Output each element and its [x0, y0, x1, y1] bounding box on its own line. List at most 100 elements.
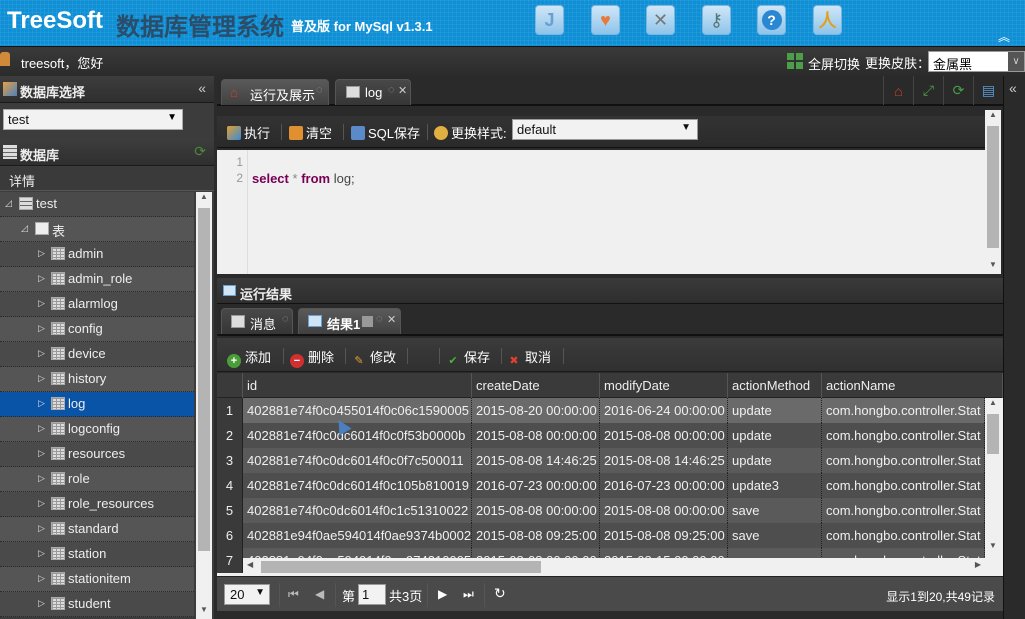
- skin-select[interactable]: 金属黑 ∨: [928, 51, 1025, 72]
- column-header[interactable]: actionMethod: [728, 373, 822, 398]
- table-cell[interactable]: 2015-08-20 00:00:00: [472, 398, 600, 423]
- collapsed-icon[interactable]: ▷: [38, 248, 45, 259]
- tab-refresh-icon[interactable]: ◌: [388, 84, 395, 96]
- table-cell[interactable]: com.hongbo.controller.Stat: [822, 423, 985, 448]
- column-header[interactable]: id: [243, 373, 472, 398]
- tab-run-display[interactable]: ⌂ 运行及展示 ◌: [221, 79, 329, 105]
- table-cell[interactable]: save: [728, 523, 822, 548]
- table-row[interactable]: 2 402881e74f0c0dc6014f0c0f53b0000b 2015-08…: [217, 423, 985, 448]
- collapsed-icon[interactable]: ▷: [38, 473, 45, 484]
- collapsed-icon[interactable]: ▷: [38, 373, 45, 384]
- execute-button[interactable]: 执行: [227, 123, 270, 142]
- scroll-left-icon[interactable]: ◀: [247, 560, 253, 569]
- clear-button[interactable]: 清空: [289, 123, 332, 142]
- heart-icon[interactable]: ♥: [591, 5, 620, 35]
- table-cell[interactable]: 2015-08-08 14:46:25: [600, 448, 728, 473]
- tree-node-table[interactable]: ▷ role: [0, 467, 194, 492]
- fullscreen-icon[interactable]: [787, 53, 803, 69]
- next-page-icon[interactable]: ▶: [438, 587, 447, 601]
- tree-node-table[interactable]: ▷ stationitem: [0, 567, 194, 592]
- home-icon[interactable]: ⌂: [883, 76, 913, 105]
- collapse-left-icon[interactable]: «: [198, 80, 206, 96]
- scroll-right-icon[interactable]: ▶: [975, 560, 981, 569]
- collapse-header-icon[interactable]: ︽: [998, 28, 1010, 45]
- tree-node-table[interactable]: ▷ device: [0, 342, 194, 367]
- grid-hscrollbar[interactable]: ◀ ▶: [243, 558, 985, 576]
- refresh-icon[interactable]: ⟳: [943, 76, 973, 105]
- help-icon[interactable]: ?: [757, 5, 786, 35]
- sql-code[interactable]: select * from log;: [252, 171, 355, 186]
- collapsed-icon[interactable]: ▷: [38, 423, 45, 434]
- table-cell[interactable]: 402881e74f0c0dc6014f0c105b810019: [243, 473, 472, 498]
- j-icon[interactable]: J: [535, 5, 564, 35]
- table-cell[interactable]: 402881e74f0c0dc6014f0c1c51310022: [243, 498, 472, 523]
- collapsed-icon[interactable]: ▷: [38, 498, 45, 509]
- table-cell[interactable]: 2016-07-23 00:00:00: [600, 473, 728, 498]
- table-cell[interactable]: 2015-08-08 00:00:00: [472, 423, 600, 448]
- tab-refresh-icon[interactable]: ◌: [316, 84, 323, 96]
- tree-node-table[interactable]: ▷ admin: [0, 242, 194, 267]
- table-row[interactable]: 1 402881e74f0c0455014f0c06c1590005 2015-08…: [217, 398, 985, 423]
- fullscreen-toggle[interactable]: 全屏切换: [808, 54, 860, 73]
- table-row[interactable]: 6 402881e94f0ae594014f0ae9374b0002 2015-08…: [217, 523, 985, 548]
- tree-node-table[interactable]: ▷ history: [0, 367, 194, 392]
- tree-node-table[interactable]: ▷ admin_role: [0, 267, 194, 292]
- collapsed-icon[interactable]: ▷: [38, 523, 45, 534]
- cancel-button[interactable]: ✖ 取消: [507, 347, 551, 368]
- table-cell[interactable]: 2015-08-08 09:25:00: [472, 523, 600, 548]
- delete-button[interactable]: − 删除: [290, 347, 334, 368]
- table-cell[interactable]: com.hongbo.controller.Stat: [822, 523, 985, 548]
- tree-node-root[interactable]: ◿ test: [0, 192, 194, 217]
- table-cell[interactable]: update3: [728, 473, 822, 498]
- collapsed-icon[interactable]: ▷: [38, 573, 45, 584]
- collapsed-icon[interactable]: ▷: [38, 448, 45, 459]
- tab-messages[interactable]: 消息 ◌: [221, 308, 293, 334]
- save-sql-button[interactable]: SQL保存: [351, 123, 420, 142]
- table-cell[interactable]: 402881e94f0ae594014f0ae9374b0002: [243, 523, 472, 548]
- page-size-select[interactable]: 20 ▼: [224, 584, 270, 605]
- collapsed-icon[interactable]: ▷: [38, 273, 45, 284]
- scroll-thumb[interactable]: [261, 561, 541, 573]
- tree-node-table[interactable]: ▷ config: [0, 317, 194, 342]
- first-page-icon[interactable]: ⏮: [288, 587, 299, 602]
- expand-panel-icon[interactable]: «: [1009, 80, 1017, 96]
- tree-node-table[interactable]: ▷ standard: [0, 517, 194, 542]
- table-cell[interactable]: 2015-08-08 09:25:00: [600, 523, 728, 548]
- key-icon[interactable]: ⚷: [702, 5, 731, 35]
- tab-result-1[interactable]: 结果1 ◌ ✕: [298, 308, 401, 334]
- refresh-icon[interactable]: ⟳: [194, 143, 206, 160]
- fullscreen-icon[interactable]: ⤢: [913, 76, 943, 105]
- table-cell[interactable]: 2015-08-08 00:00:00: [600, 498, 728, 523]
- tools-icon[interactable]: ✕: [646, 5, 675, 35]
- reload-icon[interactable]: ↻: [494, 585, 506, 602]
- scroll-thumb[interactable]: [198, 208, 210, 551]
- table-cell[interactable]: 402881e74f0c0dc6014f0c0f53b0000b: [243, 423, 472, 448]
- tab-refresh-icon[interactable]: ◌: [282, 313, 289, 325]
- table-cell[interactable]: com.hongbo.controller.Stat: [822, 498, 985, 523]
- detail-label[interactable]: 详情: [9, 171, 35, 190]
- table-cell[interactable]: com.hongbo.controller.Stat: [822, 473, 985, 498]
- tree-node-table[interactable]: ▷ role_resources: [0, 492, 194, 517]
- collapsed-icon[interactable]: ▷: [38, 323, 45, 334]
- tree-node-table[interactable]: ▷ student: [0, 592, 194, 617]
- table-row[interactable]: 4 402881e74f0c0dc6014f0c105b810019 2016-07…: [217, 473, 985, 498]
- dropdown-arrow-icon[interactable]: ▼: [167, 112, 177, 123]
- scroll-thumb[interactable]: [987, 126, 999, 248]
- collapsed-icon[interactable]: ▷: [38, 548, 45, 559]
- tree-node-table[interactable]: ▷ log: [0, 392, 194, 417]
- page-number-input[interactable]: 1: [358, 584, 386, 605]
- table-cell[interactable]: 2015-08-08 00:00:00: [472, 498, 600, 523]
- tab-log[interactable]: log ◌ ✕: [335, 79, 411, 105]
- table-row[interactable]: 3 402881e74f0c0dc6014f0c0f7c500011 2015-08…: [217, 448, 985, 473]
- table-cell[interactable]: 2016-06-24 00:00:00: [600, 398, 728, 423]
- scroll-down-icon[interactable]: ▼: [196, 605, 212, 619]
- table-row[interactable]: 5 402881e74f0c0dc6014f0c1c51310022 2015-08…: [217, 498, 985, 523]
- dropdown-arrow-icon[interactable]: ▼: [255, 587, 265, 598]
- table-cell[interactable]: 2016-07-23 00:00:00: [472, 473, 600, 498]
- collapsed-icon[interactable]: ▷: [38, 348, 45, 359]
- save-button[interactable]: ✔ 保存: [446, 347, 490, 368]
- grid-vscrollbar[interactable]: ▲ ▼: [985, 398, 1001, 555]
- add-button[interactable]: + 添加: [227, 347, 271, 368]
- table-cell[interactable]: save: [728, 498, 822, 523]
- column-header[interactable]: modifyDate: [600, 373, 728, 398]
